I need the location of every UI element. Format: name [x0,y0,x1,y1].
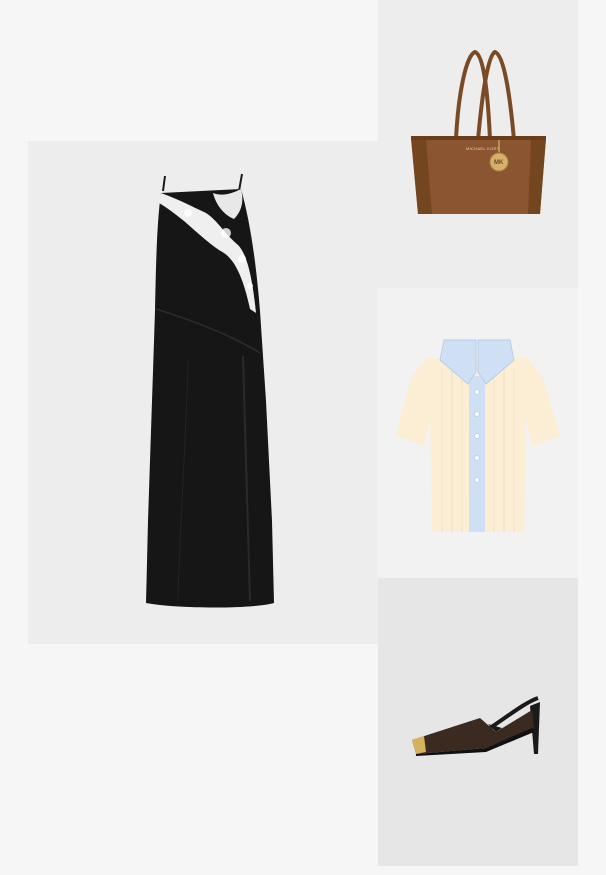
bag-top-edge [411,136,546,140]
dress-strap-right [238,173,243,192]
knit-polo-image [396,339,560,532]
product-tile-knit-polo[interactable] [378,288,578,578]
dress-image [146,173,274,608]
lace-detail-3 [184,209,192,217]
slingback-pump-image [412,696,540,756]
product-tile-slingback-pump[interactable] [378,578,578,866]
lace-detail-1 [221,228,231,238]
shoe-gold-toe [412,736,426,754]
tote-bag-image: MICHAEL KORS MK [411,49,546,214]
bag-brand-label: MICHAEL KORS [466,146,500,151]
lace-detail-4 [247,283,253,289]
bag-logo: MK [494,160,504,166]
product-tile-dress[interactable] [28,141,378,644]
bag-handle-left [454,49,492,141]
bag-gusset-right [528,138,546,214]
polo-placket [469,376,485,532]
lace-detail-2 [238,255,246,263]
shoe-upper [412,710,534,754]
dress-body [146,189,274,608]
dress-strap-left [162,175,166,192]
product-tile-tote-bag[interactable]: MICHAEL KORS MK [378,0,578,288]
